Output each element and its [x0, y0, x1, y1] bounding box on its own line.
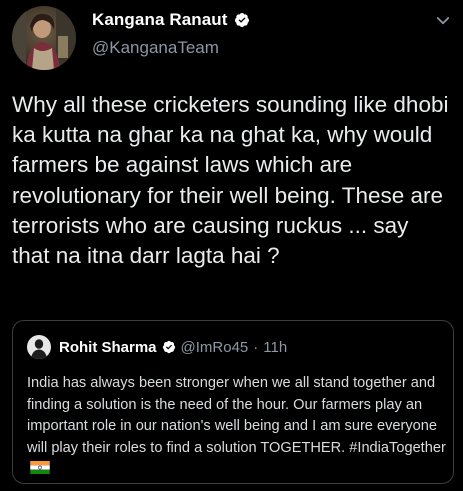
verified-badge-icon	[162, 340, 175, 354]
quoted-separator: ·	[253, 338, 259, 356]
quoted-text-body: India has always been stronger when we a…	[27, 375, 446, 456]
handle[interactable]: @KanganaTeam	[92, 38, 219, 58]
avatar-image	[12, 6, 76, 70]
quoted-timestamp[interactable]: 11h	[263, 339, 287, 356]
avatar[interactable]	[12, 6, 76, 70]
quoted-tweet[interactable]: Rohit Sharma @ImRo45 · 11h India has alw…	[12, 320, 454, 484]
quoted-text: India has always been stronger when we a…	[27, 373, 447, 481]
quoted-avatar-image	[27, 335, 51, 359]
name-row: Kangana Ranaut	[92, 10, 250, 30]
verified-badge-icon	[234, 13, 249, 27]
chevron-down-icon[interactable]	[434, 12, 452, 30]
quoted-display-name[interactable]: Rohit Sharma	[59, 339, 157, 356]
quoted-header: Rohit Sharma @ImRo45 · 11h	[27, 335, 287, 359]
display-name[interactable]: Kangana Ranaut	[92, 10, 228, 30]
quoted-avatar[interactable]	[27, 335, 51, 359]
tweet-text: Why all these cricketers sounding like d…	[12, 92, 449, 269]
tweet-header: Kangana Ranaut @KanganaTeam	[12, 6, 452, 72]
quoted-handle[interactable]: @ImRo45	[181, 339, 249, 356]
india-flag-icon	[30, 461, 50, 475]
